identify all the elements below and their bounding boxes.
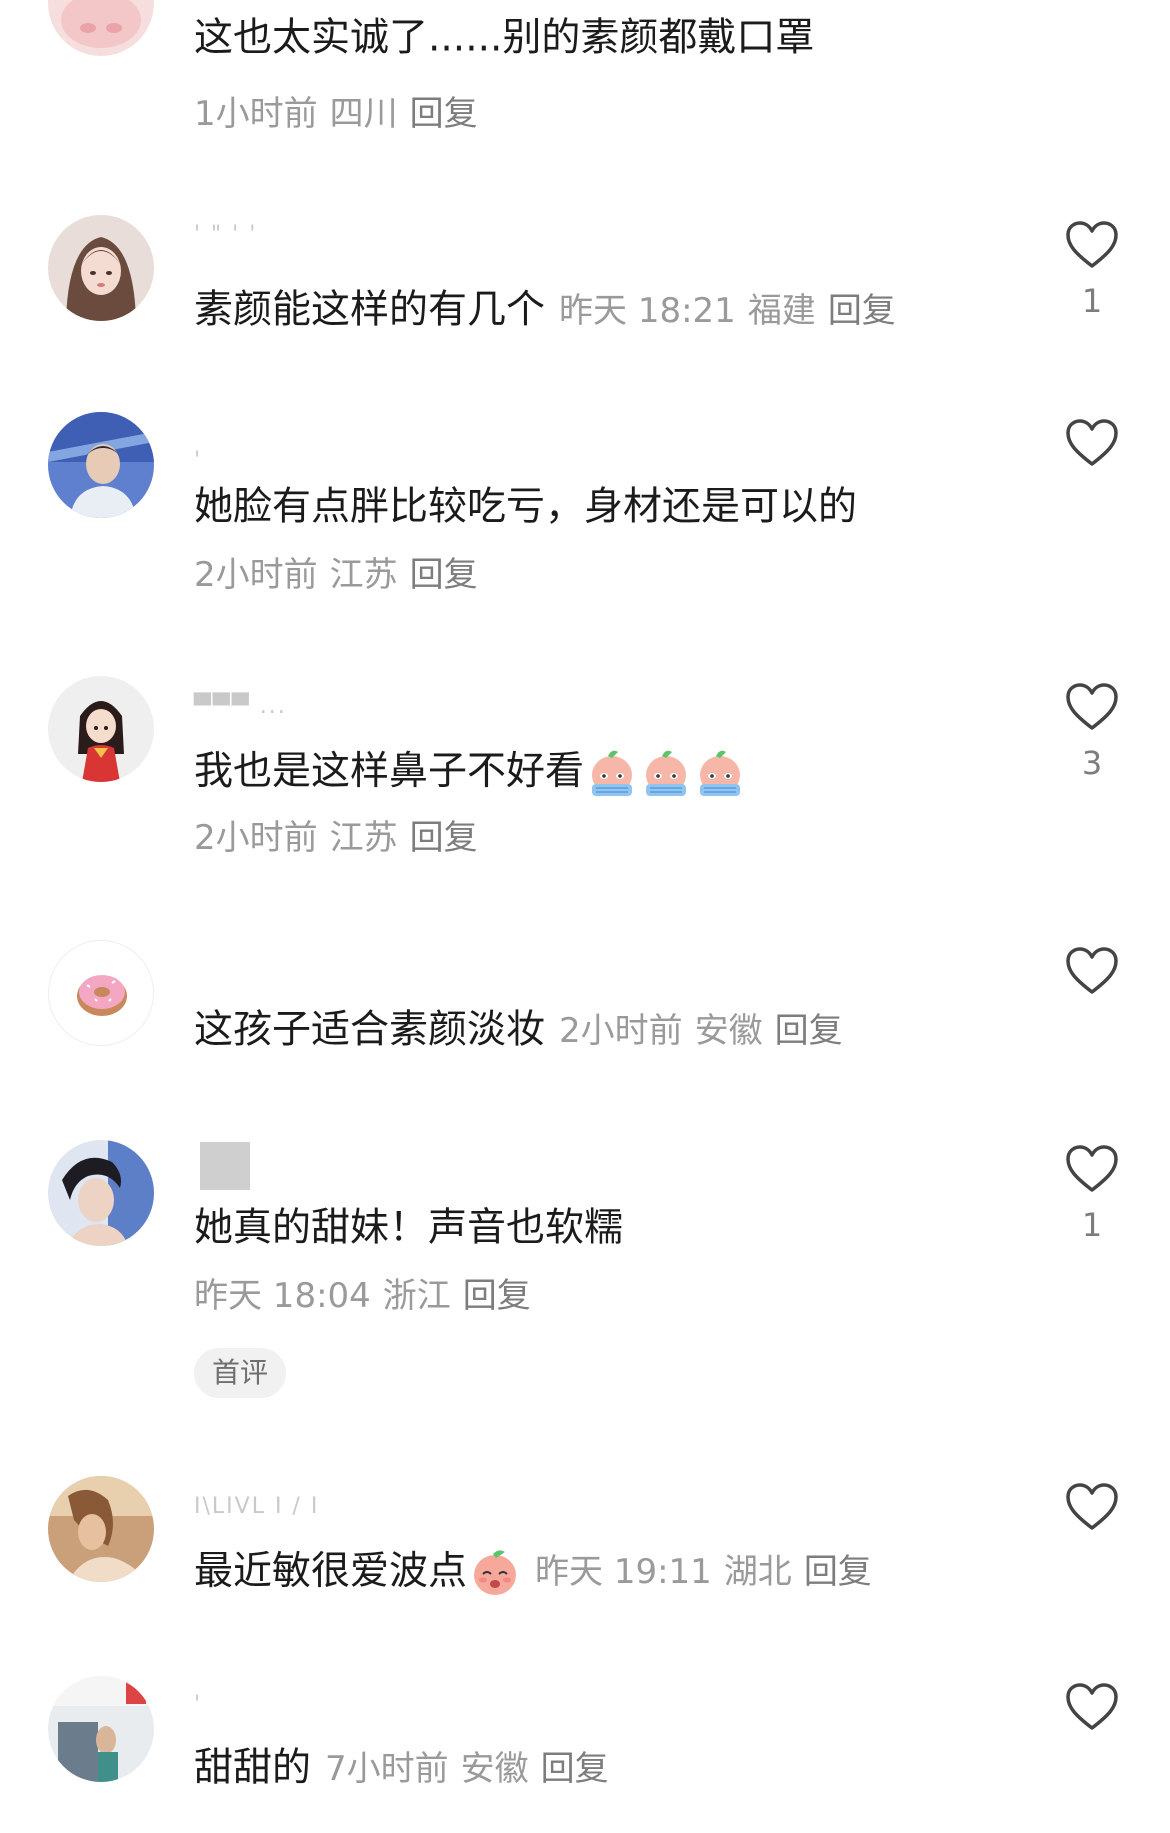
comment-time: 昨天 18:04 (194, 1276, 371, 1316)
heart-icon[interactable] (1065, 418, 1119, 468)
comment-meta: 昨天 18:21 福建 回复 (559, 291, 896, 331)
comment-text: 她真的甜妹！声音也软糯 (194, 1205, 624, 1251)
reply-button[interactable]: 回复 (410, 818, 478, 858)
comment-location: 浙江 (382, 1276, 451, 1316)
comment-text: 这孩子适合素颜淡妆 (194, 1007, 546, 1053)
comment-location: 江苏 (329, 555, 398, 595)
comment-location: 湖北 (723, 1552, 792, 1592)
heart-icon[interactable] (1065, 1482, 1119, 1532)
cartoon-girl-red-dress-avatar[interactable] (48, 676, 154, 782)
comment-time: 7小时前 (325, 1748, 449, 1789)
man-portrait-avatar[interactable] (48, 1140, 154, 1246)
comment-location: 四川 (329, 94, 398, 134)
comment-text: 我也是这样鼻子不好看 (194, 749, 585, 794)
comment-location: 江苏 (329, 818, 398, 858)
comment-meta: 2小时前 江苏 回复 (194, 555, 478, 595)
like-button[interactable]: 1 (1064, 1144, 1120, 1242)
shy-peach-emoji (469, 1546, 521, 1598)
heart-icon[interactable] (1065, 1144, 1119, 1194)
crying-peach-emoji (586, 746, 638, 798)
comment-meta: 昨天 18:04 浙江 回复 (194, 1276, 531, 1316)
comment-location: 福建 (747, 290, 816, 331)
comment-text: 她脸有点胖比较吃亏，身材还是可以的 (194, 484, 858, 530)
heart-icon[interactable] (1065, 682, 1119, 732)
comment-username[interactable]: ▀▀▀ ... (194, 696, 287, 718)
heart-icon[interactable] (1065, 220, 1119, 270)
reply-button[interactable]: 回复 (410, 555, 478, 595)
comment-time: 昨天 18:21 (559, 290, 736, 331)
comment-location: 安徽 (694, 1010, 763, 1051)
comment-body: 她脸有点胖比较吃亏，身材还是可以的 (194, 483, 857, 531)
reply-button[interactable]: 回复 (828, 291, 896, 331)
comment-meta: 昨天 19:11 湖北 回复 (535, 1552, 872, 1592)
like-button[interactable] (1064, 946, 1120, 996)
pink-cartoon-avatar[interactable] (48, 0, 154, 56)
comment-text: 最近敏很爱波点 (194, 1549, 468, 1594)
heart-icon[interactable] (1065, 946, 1119, 996)
like-button[interactable] (1064, 1682, 1120, 1732)
heart-icon[interactable] (1065, 1682, 1119, 1732)
comment-username[interactable]: ' " ' ' (194, 224, 257, 246)
username-redacted (200, 1142, 250, 1190)
reply-button[interactable]: 回复 (541, 1749, 609, 1789)
comment-text: 甜甜的 (194, 1745, 312, 1791)
like-count: 1 (1081, 1206, 1103, 1244)
like-count: 1 (1081, 282, 1103, 320)
comment-time: 2小时前 (559, 1010, 683, 1051)
comment-body: 甜甜的 7小时前 安徽 回复 (194, 1744, 609, 1792)
like-button[interactable]: 1 (1064, 220, 1120, 318)
comment-username[interactable]: I\LIVL I / I (194, 1496, 319, 1518)
comment-time: 2小时前 (194, 818, 318, 858)
crying-peach-emoji (694, 746, 746, 798)
anime-girl-avatar[interactable] (48, 215, 154, 321)
reply-button[interactable]: 回复 (463, 1276, 531, 1316)
comment-meta: 1小时前 四川 回复 (194, 94, 478, 134)
comment-body: 她真的甜妹！声音也软糯 (194, 1204, 623, 1252)
like-button[interactable]: 3 (1064, 682, 1120, 780)
reply-button[interactable]: 回复 (775, 1011, 843, 1051)
room-photo-avatar[interactable] (48, 1676, 154, 1782)
crying-peach-emoji (640, 746, 692, 798)
comment-body: 最近敏很爱波点 昨天 19:11 湖北 回复 (194, 1546, 872, 1594)
comment-body: 我也是这样鼻子不好看 (194, 746, 746, 794)
like-count: 3 (1081, 744, 1103, 782)
comment-text: 素颜能这样的有几个 (194, 287, 546, 333)
like-button[interactable] (1064, 1482, 1120, 1532)
comment-body: 这也太实诚了......别的素颜都戴口罩 (194, 14, 814, 62)
comment-meta: 7小时前 安徽 回复 (325, 1749, 609, 1789)
reply-button[interactable]: 回复 (410, 94, 478, 134)
comment-time: 1小时前 (194, 94, 318, 134)
comment-meta: 2小时前 安徽 回复 (559, 1011, 843, 1051)
comment-time: 昨天 19:11 (535, 1552, 712, 1592)
woman-photo-avatar[interactable] (48, 1476, 154, 1582)
comment-text: 这也太实诚了......别的素颜都戴口罩 (194, 15, 815, 61)
comment-username[interactable]: ' (194, 1694, 202, 1716)
boy-photo-avatar[interactable] (48, 412, 154, 518)
comment-time: 2小时前 (194, 555, 318, 595)
like-button[interactable] (1064, 418, 1120, 468)
donut-avatar[interactable] (48, 940, 154, 1046)
comment-username[interactable]: ' (194, 450, 202, 472)
comment-body: 这孩子适合素颜淡妆 2小时前 安徽 回复 (194, 1006, 843, 1054)
comment-location: 安徽 (460, 1748, 529, 1789)
reply-button[interactable]: 回复 (804, 1552, 872, 1592)
first-comment-badge: 首评 (194, 1348, 287, 1398)
comment-meta: 2小时前 江苏 回复 (194, 818, 478, 858)
comment-body: 素颜能这样的有几个 昨天 18:21 福建 回复 (194, 286, 896, 334)
